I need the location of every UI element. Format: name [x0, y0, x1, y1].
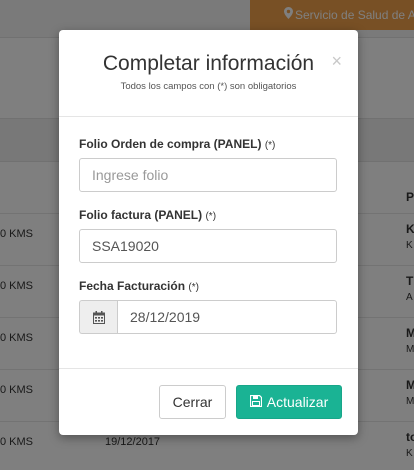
folio-factura-input[interactable] [79, 229, 337, 263]
required-marker: (*) [264, 140, 276, 151]
date-input-group [79, 300, 337, 334]
update-button-label: Actualizar [266, 394, 329, 410]
fecha-facturacion-input[interactable] [117, 300, 337, 334]
modal-footer: Cerrar Actualizar [59, 369, 358, 434]
complete-info-modal: Completar información Todos los campos c… [59, 30, 358, 435]
fecha-facturacion-label: Fecha Facturación (*) [79, 279, 199, 293]
cancel-button[interactable]: Cerrar [159, 385, 226, 419]
close-icon[interactable]: × [331, 52, 342, 70]
folio-factura-field: Folio factura (PANEL) (*) [79, 208, 338, 263]
required-marker: (*) [205, 211, 217, 222]
calendar-icon[interactable] [79, 300, 117, 334]
folio-orden-field: Folio Orden de compra (PANEL) (*) [79, 137, 338, 192]
modal-header: Completar información Todos los campos c… [59, 30, 358, 117]
save-icon [249, 394, 262, 410]
folio-orden-label: Folio Orden de compra (PANEL) (*) [79, 137, 276, 151]
modal-body: Folio Orden de compra (PANEL) (*) Folio … [59, 117, 358, 369]
modal-subtitle: Todos los campos con (*) son obligatorio… [120, 81, 297, 92]
folio-orden-input[interactable] [79, 158, 337, 192]
folio-factura-label: Folio factura (PANEL) (*) [79, 208, 217, 222]
update-button[interactable]: Actualizar [236, 385, 342, 419]
required-marker: (*) [188, 282, 199, 293]
fecha-facturacion-field: Fecha Facturación (*) [79, 279, 338, 334]
modal-title: Completar información [102, 52, 315, 75]
